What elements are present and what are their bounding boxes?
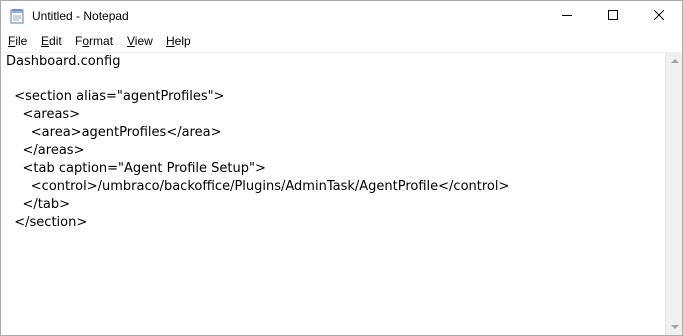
menu-file-label: ile bbox=[15, 34, 28, 48]
editor-line-5: <area>agentProfiles</area> bbox=[6, 125, 222, 140]
menu-edit[interactable]: Edit bbox=[41, 34, 62, 48]
menu-view-label: iew bbox=[134, 34, 153, 48]
scroll-down-button[interactable] bbox=[666, 318, 682, 335]
chevron-up-icon bbox=[670, 58, 679, 63]
maximize-icon bbox=[608, 7, 618, 25]
vertical-scrollbar[interactable] bbox=[665, 52, 682, 335]
maximize-button[interactable] bbox=[590, 1, 636, 31]
menu-help-mnemonic: H bbox=[166, 34, 175, 48]
editor-line-9: </tab> bbox=[6, 197, 71, 212]
editor-line-8: <control>/umbraco/backoffice/Plugins/Adm… bbox=[6, 179, 510, 194]
close-button[interactable] bbox=[636, 1, 682, 31]
menu-format[interactable]: Format bbox=[75, 34, 113, 48]
notepad-window: Untitled - Notepad File Edit Format View… bbox=[0, 0, 683, 336]
title-bar[interactable]: Untitled - Notepad bbox=[1, 1, 682, 31]
chevron-down-icon bbox=[670, 324, 679, 329]
menu-edit-mnemonic: E bbox=[41, 34, 50, 48]
menu-view[interactable]: View bbox=[127, 34, 153, 48]
scroll-up-button[interactable] bbox=[666, 52, 682, 69]
menu-help[interactable]: Help bbox=[166, 34, 191, 48]
menu-edit-label: dit bbox=[49, 34, 62, 48]
window-title: Untitled - Notepad bbox=[32, 9, 129, 23]
editor-line-7: <tab caption="Agent Profile Setup"> bbox=[6, 161, 266, 176]
editor-line-3: <section alias="agentProfiles"> bbox=[6, 89, 225, 104]
menu-help-label: elp bbox=[174, 34, 191, 48]
editor-line-10: </section> bbox=[6, 215, 88, 230]
editor-line-6: </areas> bbox=[6, 143, 85, 158]
notepad-icon[interactable] bbox=[10, 8, 24, 24]
minimize-button[interactable] bbox=[544, 1, 590, 31]
editor-line-1: Dashboard.config bbox=[6, 54, 121, 69]
menu-format-label: rmat bbox=[89, 34, 114, 48]
close-icon bbox=[653, 7, 665, 25]
menu-file[interactable]: File bbox=[8, 34, 27, 48]
editor-line-4: <areas> bbox=[6, 107, 81, 122]
menu-view-mnemonic: V bbox=[127, 34, 135, 48]
minimize-icon bbox=[562, 7, 572, 25]
text-editor[interactable]: Dashboard.config <section alias="agentPr… bbox=[1, 53, 665, 335]
menu-bar: File Edit Format View Help bbox=[1, 31, 682, 53]
